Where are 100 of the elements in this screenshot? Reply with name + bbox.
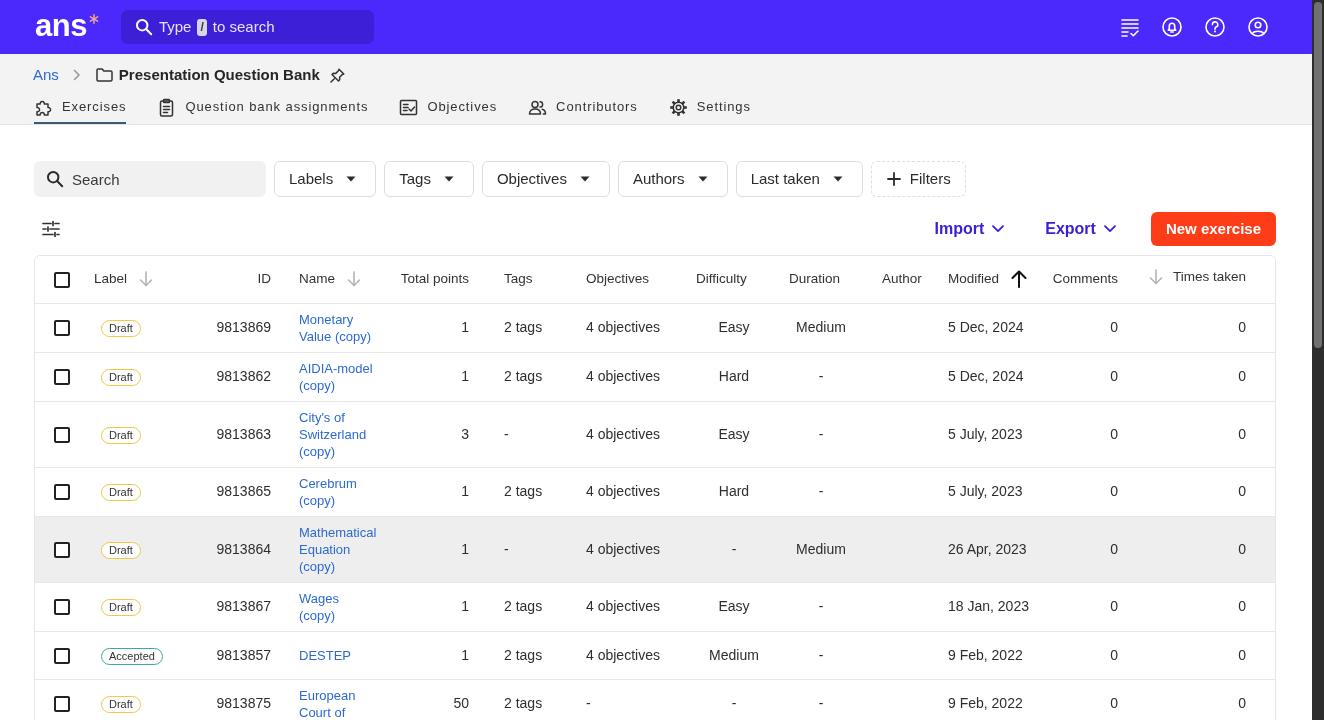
pin-icon[interactable] bbox=[329, 67, 345, 83]
filter-dropdown[interactable]: Objectives bbox=[481, 161, 610, 197]
breadcrumb-link[interactable]: Ans bbox=[33, 63, 59, 87]
table-cell: 9813862 bbox=[191, 352, 285, 401]
table-cell: 0 bbox=[1132, 467, 1275, 516]
status-badge: Accepted bbox=[101, 647, 163, 665]
table-cell: 0 bbox=[1132, 516, 1275, 582]
filter-dropdown[interactable]: Authors bbox=[617, 161, 728, 197]
column-header: Total points bbox=[400, 270, 469, 289]
chevron-down-icon bbox=[992, 225, 1005, 233]
checklist-icon bbox=[399, 97, 419, 117]
checkbox[interactable] bbox=[54, 271, 70, 288]
filter-dropdown[interactable]: Last taken bbox=[735, 161, 863, 197]
arrow-up-icon[interactable] bbox=[1011, 270, 1028, 289]
table-cell: - bbox=[682, 679, 774, 720]
table-cell: Easy bbox=[682, 303, 774, 352]
column-header[interactable]: Label bbox=[94, 269, 128, 290]
table-row[interactable]: Draft 9813875 European Court of 50 2 tags - - - 9 Feb, 2022 0 0 bbox=[35, 679, 1275, 720]
tab[interactable]: Question bank assignments bbox=[157, 92, 369, 124]
column-header[interactable]: Modified bbox=[948, 269, 1000, 290]
table-cell: 1 bbox=[386, 582, 490, 631]
checklist-icon[interactable] bbox=[1121, 17, 1139, 37]
search-field[interactable]: Search bbox=[34, 161, 266, 197]
table-cell: Easy bbox=[682, 582, 774, 631]
checkbox[interactable] bbox=[54, 696, 70, 713]
new-exercise-button[interactable]: New exercise bbox=[1150, 212, 1276, 246]
logo[interactable]: ans bbox=[35, 9, 87, 41]
exercise-name-link[interactable]: Wages (copy) bbox=[299, 589, 377, 624]
column-header[interactable]: Times taken bbox=[1172, 267, 1246, 288]
checkbox[interactable] bbox=[54, 426, 70, 443]
table-row[interactable]: Draft 9813862 AIDIA-model (copy) 1 2 tags 4 objectives Hard - 5 Dec, 2024 0 0 bbox=[35, 352, 1275, 401]
table-cell: 1 bbox=[386, 467, 490, 516]
add-filter-button[interactable]: Filters bbox=[870, 161, 966, 197]
bell-icon[interactable] bbox=[1162, 17, 1182, 37]
table-row[interactable]: Draft 9813863 City's of Switzerland (copy) 3 - 4 objectives Easy - 5 July, 2023 0 0 bbox=[35, 401, 1275, 467]
exercise-name-link[interactable]: DESTEP bbox=[299, 647, 377, 665]
table-cell: 18 Jan, 2023 bbox=[935, 582, 1041, 631]
table-cell: 2 tags bbox=[490, 631, 572, 679]
global-search-field[interactable]: Type / to search bbox=[120, 10, 374, 44]
sliders-icon[interactable] bbox=[42, 221, 60, 237]
exercise-name-link[interactable]: Cerebrum (copy) bbox=[299, 474, 377, 509]
export-button[interactable]: Export bbox=[1045, 217, 1116, 241]
table-cell: - bbox=[774, 352, 868, 401]
exercise-name-link[interactable]: City's of Switzerland (copy) bbox=[299, 408, 377, 460]
table-row[interactable]: Draft 9813869 Monetary Value (copy) 1 2 tags 4 objectives Easy Medium 5 Dec, 2024 0 0 bbox=[35, 303, 1275, 352]
table-cell: 5 July, 2023 bbox=[935, 401, 1041, 467]
tab[interactable]: Contributors bbox=[528, 92, 638, 124]
status-badge: Draft bbox=[101, 320, 141, 337]
table-cell: Hard bbox=[682, 352, 774, 401]
tab[interactable]: Objectives bbox=[399, 92, 498, 124]
checkbox[interactable] bbox=[54, 541, 70, 558]
tab[interactable]: Settings bbox=[668, 92, 751, 124]
table-cell: 2 tags bbox=[490, 467, 572, 516]
column-header: Author bbox=[882, 270, 922, 289]
column-header[interactable]: Name bbox=[299, 269, 335, 290]
chevron-right-icon bbox=[72, 69, 81, 81]
table-cell: 4 objectives bbox=[572, 582, 682, 631]
column-header: Objectives bbox=[586, 270, 650, 289]
exercise-name-link[interactable]: AIDIA-model (copy) bbox=[299, 359, 377, 394]
exercise-name-link[interactable]: Monetary Value (copy) bbox=[299, 310, 377, 345]
checkbox[interactable] bbox=[54, 369, 70, 386]
checkbox[interactable] bbox=[54, 599, 70, 616]
help-icon[interactable] bbox=[1205, 17, 1225, 37]
caret-down-icon bbox=[832, 176, 843, 182]
column-header: ID bbox=[257, 270, 271, 289]
table-row[interactable]: Draft 9813865 Cerebrum (copy) 1 2 tags 4 objectives Hard - 5 July, 2023 0 0 bbox=[35, 467, 1275, 516]
scrollbar-thumb[interactable] bbox=[1314, 2, 1322, 348]
table-cell: 0 bbox=[1041, 631, 1132, 679]
exercise-name-link[interactable]: European Court of bbox=[299, 686, 377, 720]
folder-icon bbox=[95, 68, 113, 82]
table-cell: 9813864 bbox=[191, 516, 285, 582]
table-cell: Medium bbox=[774, 516, 868, 582]
filter-dropdown[interactable]: Labels bbox=[274, 161, 377, 197]
table-cell: 0 bbox=[1132, 631, 1275, 679]
import-button[interactable]: Import bbox=[934, 217, 1005, 241]
checkbox[interactable] bbox=[54, 647, 70, 664]
exercise-name-link[interactable]: Mathematical Equation (copy) bbox=[299, 523, 377, 575]
status-badge: Draft bbox=[101, 426, 141, 444]
checkbox[interactable] bbox=[54, 484, 70, 501]
tab[interactable]: Exercises bbox=[34, 92, 127, 124]
search-hint: Type bbox=[158, 16, 192, 37]
table-cell: 5 July, 2023 bbox=[935, 467, 1041, 516]
status-badge: Draft bbox=[101, 541, 141, 559]
filter-dropdown[interactable]: Tags bbox=[384, 161, 474, 197]
table-cell: 9813863 bbox=[191, 401, 285, 467]
user-avatar-icon[interactable] bbox=[1248, 17, 1268, 37]
table-row[interactable]: Draft 9813864 Mathematical Equation (copy) 1 - 4 objectives - Medium 26 Apr, 2023 0 0 bbox=[35, 516, 1275, 582]
checkbox[interactable] bbox=[54, 320, 70, 337]
table-cell: 9813857 bbox=[191, 631, 285, 679]
search-icon bbox=[134, 18, 153, 36]
table-row[interactable]: Draft 9813867 Wages (copy) 1 2 tags 4 objectives Easy - 18 Jan, 2023 0 0 bbox=[35, 582, 1275, 631]
status-badge: Draft bbox=[101, 369, 141, 386]
table-cell: 0 bbox=[1041, 401, 1132, 467]
table-cell: 9813869 bbox=[191, 303, 285, 352]
scrollbar[interactable] bbox=[1312, 0, 1324, 720]
table-cell: 4 objectives bbox=[572, 401, 682, 467]
table-row[interactable]: Accepted 9813857 DESTEP 1 2 tags 4 objectives Medium - 9 Feb, 2022 0 0 bbox=[35, 631, 1275, 679]
table-cell: 0 bbox=[1041, 352, 1132, 401]
table-cell: 2 tags bbox=[490, 679, 572, 720]
table-cell: 4 objectives bbox=[572, 516, 682, 582]
